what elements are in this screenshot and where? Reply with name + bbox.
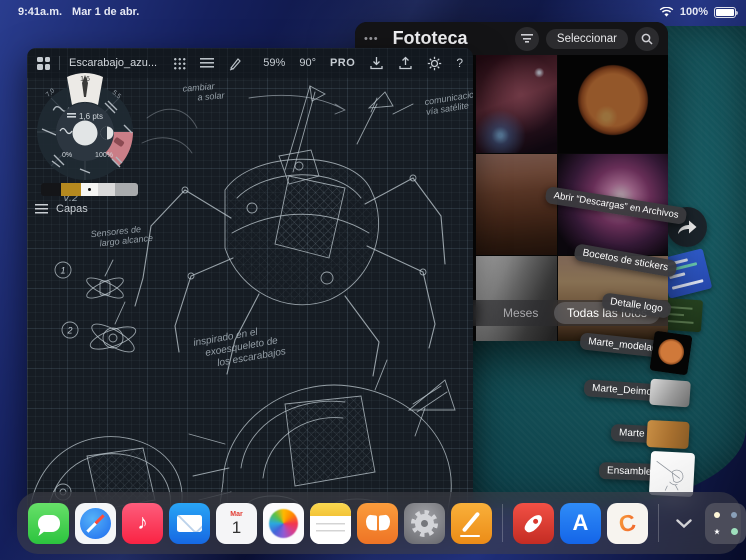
battery-icon [714, 6, 738, 18]
settings-gear-icon[interactable] [427, 56, 442, 71]
appstore-a-icon: A [572, 510, 589, 535]
wifi-icon [659, 6, 674, 17]
import-icon[interactable] [369, 56, 384, 70]
swatch-black[interactable] [41, 183, 61, 196]
dock-app-mail[interactable] [169, 502, 210, 544]
notes-icon [310, 502, 351, 516]
swatch-white-selected[interactable] [81, 183, 98, 196]
battery-percent: 100% [679, 6, 708, 18]
chevron-down-icon [676, 518, 692, 528]
clock: 9:41a.m. [18, 6, 63, 18]
dock-collapse-button[interactable] [669, 503, 699, 544]
sensor-number-1: 1 [60, 266, 65, 276]
drag-thumb-deimos[interactable] [649, 378, 691, 408]
pen-icon [461, 511, 481, 532]
music-note-icon: ♪ [137, 511, 148, 534]
dock: ♪ Mar 1 A C [17, 492, 746, 554]
settings-gear-icon [411, 509, 438, 537]
stroke-size-label: 1,6 pts [79, 112, 103, 121]
pen-mode-icon[interactable] [228, 56, 243, 71]
window-controls-button[interactable]: ••• [364, 33, 379, 45]
c-swirl-icon: C [616, 508, 639, 537]
dock-app-notes[interactable] [310, 502, 351, 544]
mail-icon [177, 514, 202, 532]
active-tool-size: 1,6 [80, 76, 90, 83]
color-palette-bar [41, 183, 138, 196]
ensamble-sketch-icon [656, 460, 684, 491]
rotation-angle[interactable]: 90° [299, 57, 316, 69]
zoom-level[interactable]: 59% [263, 57, 285, 69]
dock-app-music[interactable]: ♪ [122, 502, 163, 544]
filter-icon [520, 34, 533, 43]
dock-app-settings[interactable] [404, 502, 445, 544]
swatch-gray[interactable] [115, 183, 138, 196]
dock-app-calendar[interactable]: Mar 1 [216, 502, 257, 544]
safari-icon [80, 507, 111, 539]
date: Mar 1 de abr. [72, 6, 140, 18]
dock-app-appstore[interactable]: A [560, 502, 601, 544]
dock-app-rocket[interactable] [513, 502, 554, 544]
select-button[interactable]: Seleccionar [545, 28, 628, 49]
dock-app-paint-c[interactable]: C [607, 502, 648, 544]
opacity-max: 100% [95, 152, 113, 159]
status-bar: 9:41a.m. Mar 1 de abr. 100% [0, 0, 746, 24]
dock-app-safari[interactable] [75, 502, 116, 544]
help-button[interactable]: ? [456, 56, 463, 70]
tab-meses[interactable]: Meses [503, 306, 538, 320]
page-title: Fototeca [392, 28, 468, 48]
swatch-gold[interactable] [61, 183, 81, 196]
dock-app-books[interactable] [357, 502, 398, 544]
pro-badge[interactable]: PRO [330, 57, 355, 69]
grid-settings-icon[interactable] [173, 56, 187, 70]
dock-divider [502, 504, 503, 542]
drag-thumb-ensamble[interactable] [648, 450, 696, 498]
photos-flower-icon [269, 508, 298, 538]
dock-app-concepts[interactable] [451, 502, 492, 544]
dock-app-photos[interactable] [263, 502, 304, 544]
books-icon [366, 515, 390, 531]
rocket-icon [522, 511, 545, 535]
ipad-screen: 9:41a.m. Mar 1 de abr. 100% ••• Fototeca… [0, 0, 746, 560]
layers-label: Capas [56, 203, 88, 215]
opacity-min: 0% [62, 152, 72, 159]
calendar-day: 1 [231, 517, 242, 537]
drag-thumb-mars[interactable] [649, 330, 693, 376]
messages-icon [37, 514, 60, 532]
search-button[interactable] [635, 26, 659, 51]
drag-thumb-marte[interactable] [646, 419, 690, 450]
layers-button[interactable]: Capas [35, 203, 88, 215]
export-share-icon[interactable] [398, 56, 413, 70]
sensor-number-2: 2 [66, 326, 72, 336]
layers-icon [35, 204, 48, 214]
layers-panel-icon[interactable] [200, 57, 215, 69]
dock-recent-apps-folder[interactable] [705, 502, 746, 544]
annotation-solar: cambiar a solar [182, 81, 225, 103]
dock-app-messages[interactable] [28, 502, 69, 544]
dock-divider [658, 504, 659, 542]
swatch-lightgray[interactable] [98, 183, 115, 196]
concepts-window: 1 2 cambiar a solar comunicaciones vía s… [27, 48, 473, 518]
tool-wheel[interactable]: 1,6 7,0 5,5 6,0 1,6 [27, 67, 150, 202]
search-icon [641, 33, 653, 45]
filter-button[interactable] [514, 26, 539, 51]
